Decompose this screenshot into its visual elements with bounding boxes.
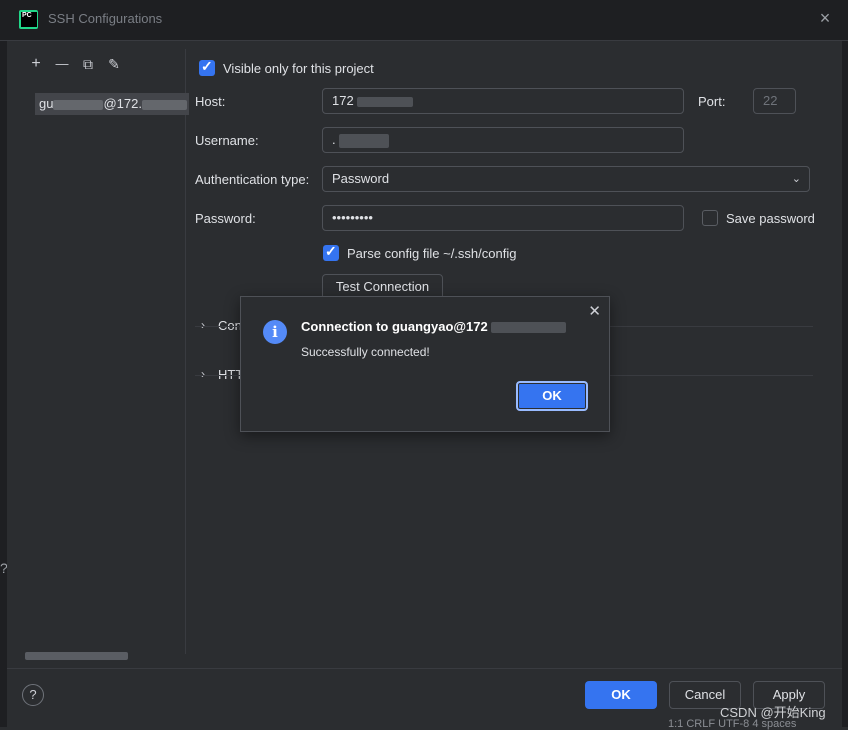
- ok-button[interactable]: OK: [585, 681, 657, 709]
- host-field[interactable]: 172: [322, 88, 684, 114]
- redacted-text: [339, 133, 390, 148]
- status-bar-text: 1:1 CRLF UTF-8 4 spaces: [668, 718, 797, 730]
- help-icon[interactable]: ?: [22, 684, 44, 706]
- port-field[interactable]: 22: [753, 88, 796, 114]
- remove-icon[interactable]: —: [53, 55, 71, 73]
- host-value: 172: [332, 93, 354, 108]
- close-icon[interactable]: ×: [816, 9, 834, 27]
- horizontal-scrollbar[interactable]: [25, 652, 128, 660]
- parse-config-checkbox[interactable]: [323, 243, 339, 261]
- chevron-right-icon: ›: [201, 318, 205, 332]
- configurations-list-panel: + — ⧉ ✎ gu @172.: [25, 49, 189, 660]
- pycharm-logo-icon: PC: [19, 10, 38, 29]
- password-field[interactable]: •••••••••: [322, 205, 684, 231]
- auth-type-value: Password: [332, 171, 390, 186]
- visible-only-label: Visible only for this project: [223, 61, 374, 76]
- redacted-text: [491, 322, 567, 334]
- popup-ok-button[interactable]: OK: [516, 381, 588, 411]
- chevron-down-icon: ⌄: [791, 173, 801, 185]
- copy-icon[interactable]: ⧉: [79, 55, 97, 73]
- host-label: Host:: [195, 94, 226, 109]
- auth-type-label: Authentication type:: [195, 172, 310, 187]
- popup-message: Successfully connected!: [301, 345, 430, 359]
- config-item-host: @172.: [103, 96, 142, 111]
- redacted-text: [53, 99, 104, 110]
- visible-only-checkbox[interactable]: [199, 58, 215, 76]
- add-icon[interactable]: +: [27, 55, 45, 73]
- redacted-text: [357, 96, 414, 107]
- chevron-right-icon: ›: [201, 367, 205, 381]
- title-bar: PC SSH Configurations ×: [0, 0, 848, 41]
- parse-config-label: Parse config file ~/.ssh/config: [347, 246, 517, 261]
- connection-success-popup: ✕ i Connection to guangyao@172 Successfu…: [240, 296, 610, 432]
- background-ide-right: [842, 0, 848, 727]
- save-password-checkbox[interactable]: [702, 210, 718, 226]
- redacted-text: [141, 99, 187, 110]
- save-password-label: Save password: [726, 211, 815, 226]
- password-label: Password:: [195, 211, 256, 226]
- window-title: SSH Configurations: [48, 11, 163, 26]
- edit-icon[interactable]: ✎: [105, 55, 123, 73]
- port-label: Port:: [698, 94, 726, 109]
- close-icon[interactable]: ✕: [588, 302, 601, 320]
- username-value: .: [332, 132, 336, 147]
- background-ide-left: [0, 0, 7, 727]
- config-item-prefix: gu: [39, 96, 54, 111]
- username-label: Username:: [195, 133, 259, 148]
- auth-type-select[interactable]: Password ⌄: [322, 166, 810, 192]
- username-field[interactable]: .: [322, 127, 684, 153]
- info-icon: i: [263, 320, 287, 344]
- background-help-icon: ?: [0, 560, 7, 582]
- popup-title: Connection to guangyao@172: [301, 319, 567, 334]
- list-item-ssh-config[interactable]: gu @172.: [35, 93, 189, 115]
